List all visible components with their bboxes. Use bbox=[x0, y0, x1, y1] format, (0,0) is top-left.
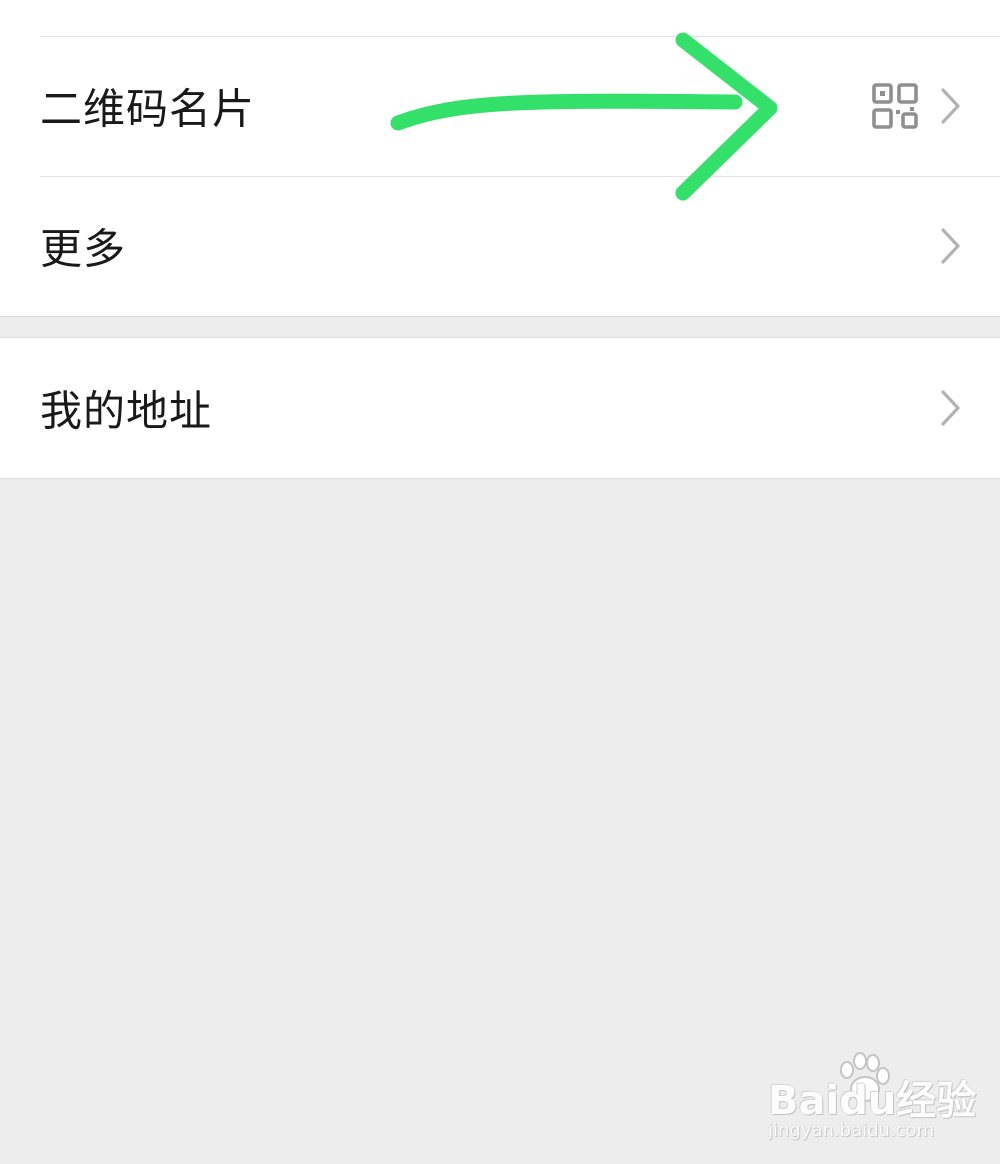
menu-item-label: 二维码名片 bbox=[40, 84, 256, 134]
chevron-right-icon bbox=[941, 228, 960, 264]
divider bbox=[40, 36, 1000, 37]
menu-item-my-address[interactable]: 我的地址 bbox=[0, 338, 1000, 478]
divider bbox=[40, 176, 1000, 177]
menu-item-label: 更多 bbox=[40, 224, 127, 274]
menu-item-label: 我的地址 bbox=[40, 386, 213, 436]
menu-item-more[interactable]: 更多 bbox=[0, 176, 1000, 316]
settings-group-1: 二维码名片 更多 bbox=[0, 0, 1000, 317]
menu-item-qr-code-card[interactable]: 二维码名片 bbox=[0, 36, 1000, 176]
chevron-right-icon bbox=[941, 88, 960, 124]
watermark-url: jingyan.baidu.com bbox=[768, 1120, 935, 1141]
qr-code-icon bbox=[872, 83, 918, 129]
settings-group-2: 我的地址 bbox=[0, 337, 1000, 479]
chevron-right-icon bbox=[941, 390, 960, 426]
watermark-logo: Baidu经验 bbox=[768, 1078, 977, 1124]
baidu-jingyan-watermark: Baidu经验 jingyan.baidu.com bbox=[760, 1050, 976, 1150]
